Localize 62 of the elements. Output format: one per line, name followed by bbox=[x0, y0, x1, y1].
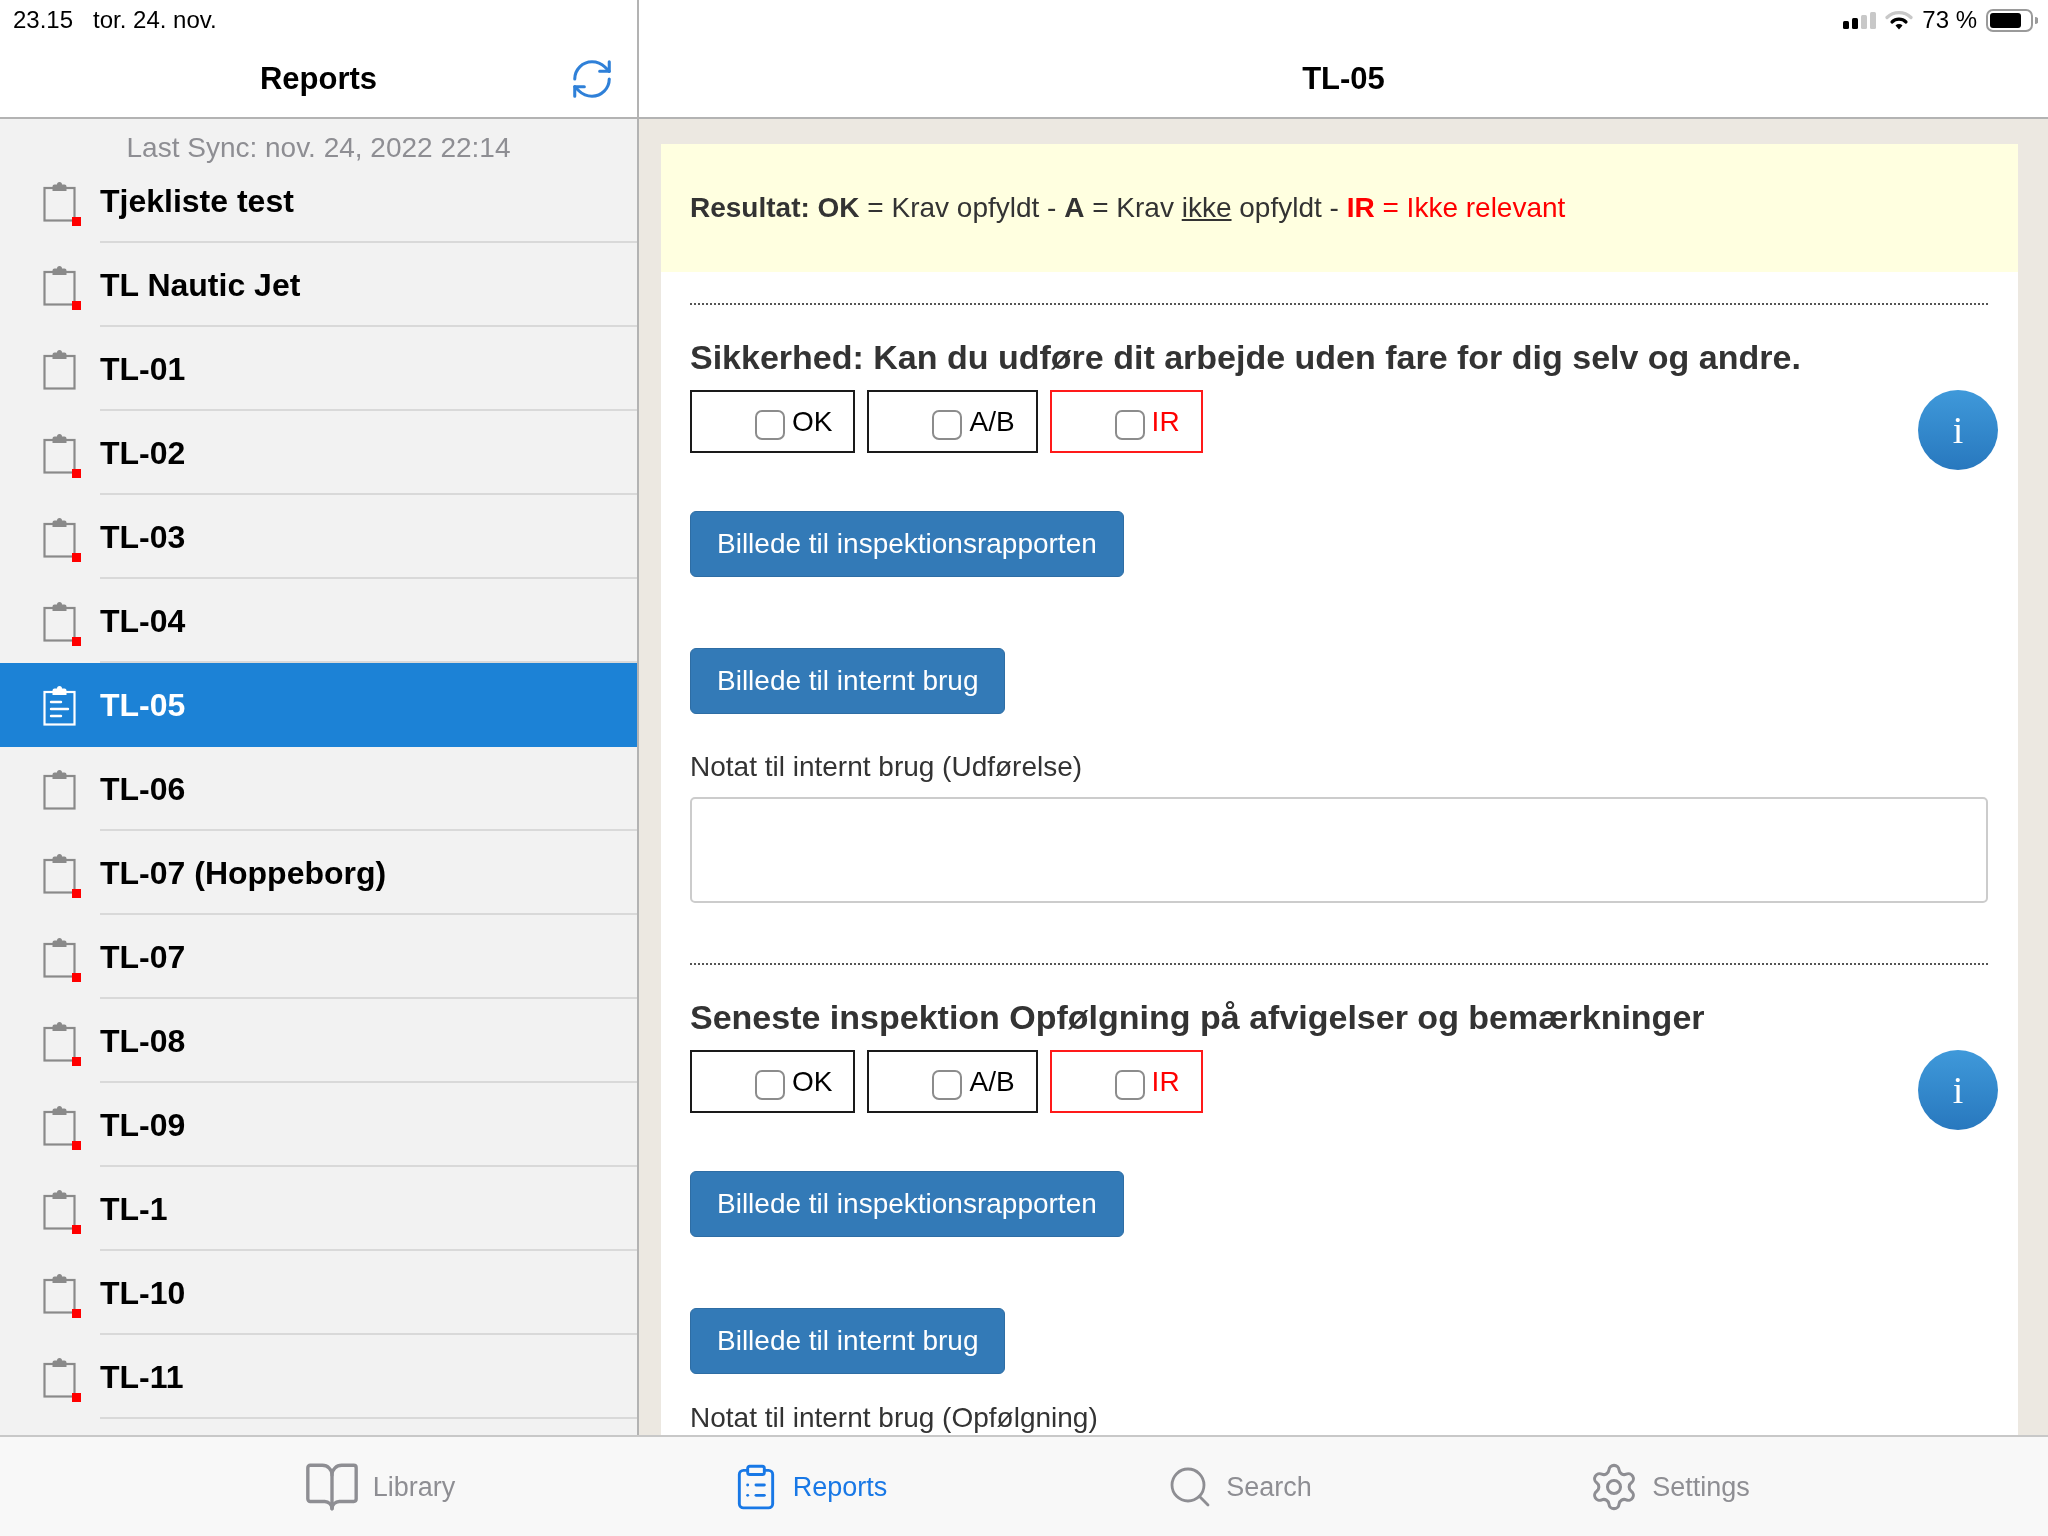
report-item[interactable]: TL-02 bbox=[0, 411, 637, 495]
report-item[interactable]: TL-04 bbox=[0, 579, 637, 663]
answer-option[interactable]: A/B bbox=[867, 390, 1038, 453]
report-item[interactable]: TL-01 bbox=[0, 327, 637, 411]
clipboard-icon bbox=[43, 348, 76, 390]
checkbox[interactable] bbox=[932, 1069, 963, 1100]
result-legend: Resultat: OK = Krav opfyldt - A = Krav ikke opfyldt - IR = Ikke relevant bbox=[690, 192, 1566, 224]
answer-option[interactable]: A/B bbox=[867, 1050, 1038, 1113]
clipboard-icon bbox=[43, 1104, 76, 1146]
tab-item[interactable]: Reports bbox=[594, 1451, 1024, 1522]
note-field[interactable] bbox=[690, 797, 1988, 903]
report-item[interactable]: TL-09 bbox=[0, 1083, 637, 1167]
clipboard-icon bbox=[43, 1020, 76, 1062]
answer-option[interactable]: OK bbox=[690, 1050, 856, 1113]
checkbox[interactable] bbox=[755, 1069, 785, 1100]
photo-button[interactable]: Billede til inspektionsrapporten bbox=[690, 511, 1124, 577]
photo-button[interactable]: Billede til inspektionsrapporten bbox=[690, 1171, 1124, 1237]
clipboard-icon bbox=[43, 936, 76, 978]
answer-option[interactable]: IR bbox=[1049, 1050, 1203, 1113]
question-heading: Seneste inspektion Opfølgning på afvigelser og bemærkninger bbox=[690, 997, 1706, 1037]
report-item[interactable]: TL-10 bbox=[0, 1251, 637, 1335]
clipboard-icon bbox=[43, 432, 76, 474]
clipboard-icon bbox=[43, 516, 76, 558]
report-item[interactable]: TL-1 bbox=[0, 1167, 637, 1251]
checkbox[interactable] bbox=[1114, 409, 1145, 440]
wifi-icon bbox=[1885, 10, 1914, 30]
clipboard-icon bbox=[43, 1272, 76, 1314]
photo-button[interactable]: Billede til internt brug bbox=[690, 648, 1006, 714]
navigation-title: Reports bbox=[259, 59, 378, 98]
signal-icon bbox=[1843, 11, 1877, 29]
report-item[interactable]: TL Nautic Jet bbox=[0, 243, 637, 327]
report-item[interactable]: TL-07 bbox=[0, 915, 637, 999]
info-button[interactable]: i bbox=[1918, 390, 1998, 470]
question-heading: Sikkerhed: Kan du udføre dit arbejde uden fare for dig selv og andre. bbox=[690, 337, 1802, 377]
clipboard-icon bbox=[43, 684, 76, 726]
checkbox[interactable] bbox=[755, 409, 785, 440]
report-item[interactable]: TL-05 bbox=[0, 663, 637, 747]
report-item[interactable]: TL-06 bbox=[0, 747, 637, 831]
answer-option[interactable]: OK bbox=[690, 390, 856, 453]
report-item[interactable]: TL-08 bbox=[0, 999, 637, 1083]
clipboard-icon bbox=[43, 1188, 76, 1230]
report-item[interactable]: TL-07 (Hoppeborg) bbox=[0, 831, 637, 915]
note-label: Notat til internt brug (Udførelse) bbox=[690, 751, 1084, 783]
checkbox[interactable] bbox=[1114, 1069, 1145, 1100]
clipboard-icon bbox=[43, 768, 76, 810]
battery-icon bbox=[1986, 8, 2038, 32]
photo-button[interactable]: Billede til internt brug bbox=[690, 1308, 1006, 1374]
report-item[interactable]: TL-11 bbox=[0, 1335, 637, 1419]
clipboard-icon bbox=[43, 264, 76, 306]
battery-percent: 73 % bbox=[1922, 6, 1977, 34]
answer-option[interactable]: IR bbox=[1049, 390, 1203, 453]
status-time: 23.15 bbox=[13, 6, 74, 34]
status-date: tor. 24. nov. bbox=[93, 6, 217, 34]
checkbox[interactable] bbox=[932, 409, 963, 440]
note-label: Notat til internt brug (Opfølgning) bbox=[690, 1404, 1099, 1432]
clipboard-icon bbox=[43, 1356, 76, 1398]
navigation-title: TL-05 bbox=[1302, 59, 1385, 98]
clipboard-icon bbox=[43, 180, 76, 222]
clipboard-icon bbox=[43, 600, 76, 642]
info-button[interactable]: i bbox=[1918, 1050, 1998, 1130]
clipboard-icon bbox=[43, 852, 76, 894]
report-item[interactable]: TL-03 bbox=[0, 495, 637, 579]
